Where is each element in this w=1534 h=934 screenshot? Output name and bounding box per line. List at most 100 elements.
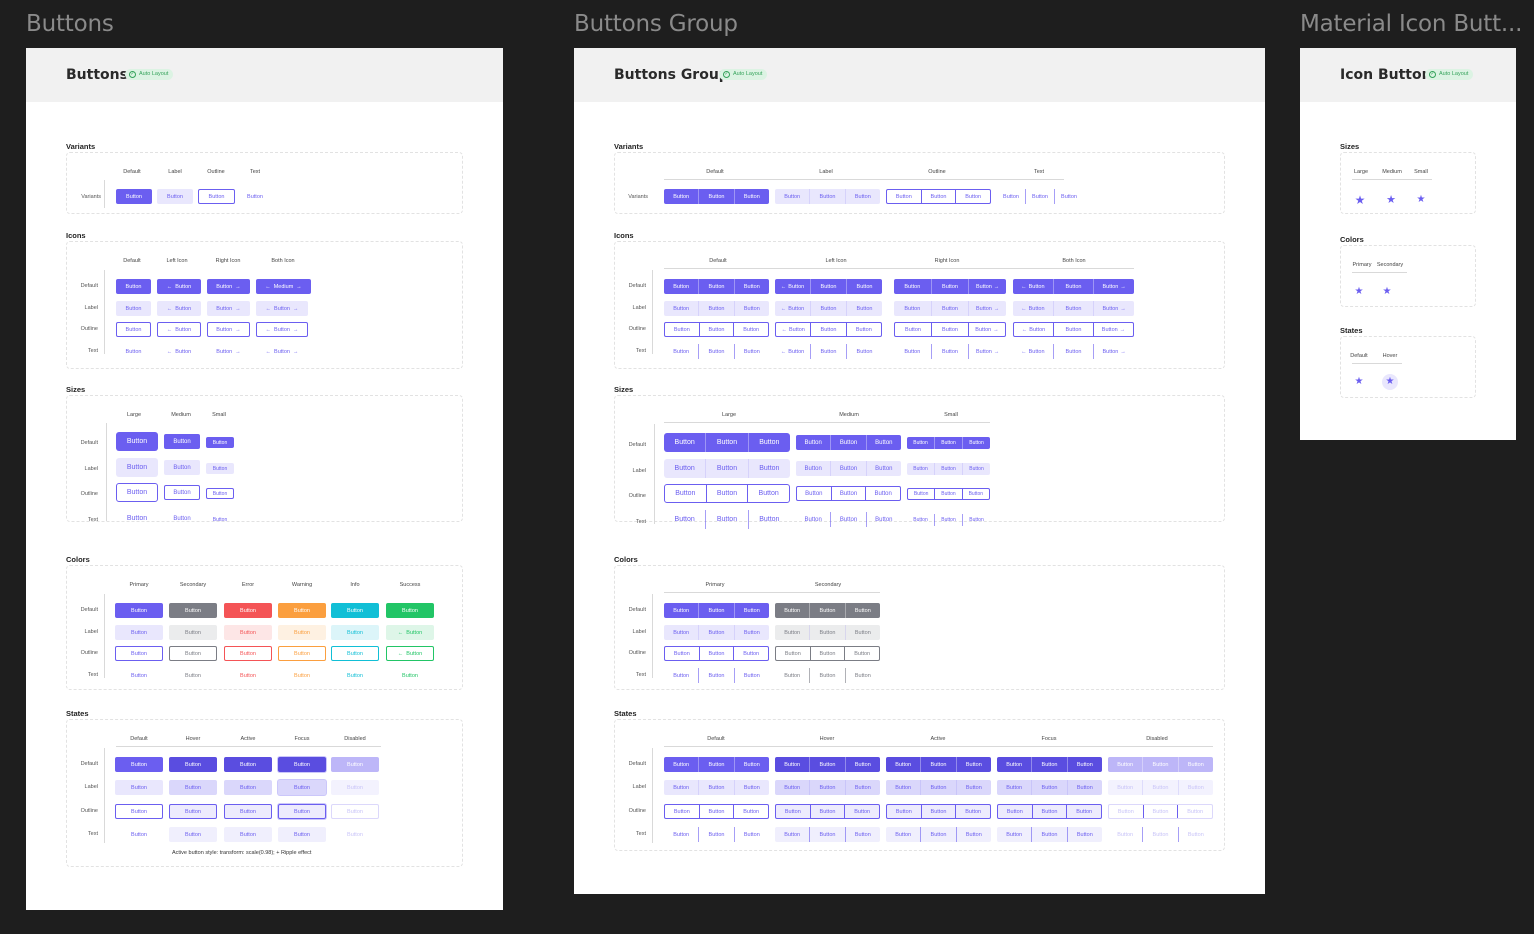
group-button[interactable]: Button xyxy=(733,344,769,359)
group-button[interactable]: Button xyxy=(809,757,844,772)
button[interactable]: Button xyxy=(331,646,379,661)
group-button[interactable]: Button xyxy=(844,647,879,660)
group-button[interactable]: Button → xyxy=(968,344,1006,359)
button[interactable]: Button xyxy=(115,804,163,819)
button[interactable]: Button xyxy=(116,458,158,477)
button[interactable]: Button xyxy=(169,668,217,683)
button[interactable]: Button xyxy=(116,301,151,316)
button[interactable]: Button xyxy=(224,668,272,683)
group-button[interactable]: Button xyxy=(698,603,733,618)
button[interactable]: Button xyxy=(116,344,151,359)
group-button[interactable]: Button xyxy=(844,189,880,204)
button[interactable]: Button xyxy=(115,646,163,661)
group-button[interactable]: Button xyxy=(830,435,865,450)
group-button[interactable]: Button xyxy=(844,603,880,618)
group-button[interactable]: Button xyxy=(934,514,962,526)
group-button[interactable]: Button xyxy=(894,301,931,316)
group-button[interactable]: Button xyxy=(955,190,990,203)
group-button[interactable]: Button xyxy=(920,757,955,772)
group-button[interactable]: Button xyxy=(665,485,706,502)
group-button[interactable]: Button xyxy=(809,603,844,618)
group-button[interactable]: Button xyxy=(1053,323,1093,336)
button[interactable]: Button → xyxy=(207,344,250,359)
group-button[interactable]: Button xyxy=(1031,827,1066,842)
group-button[interactable]: Button xyxy=(775,780,809,795)
group-button[interactable]: Button xyxy=(776,805,810,818)
group-button[interactable]: Button xyxy=(886,780,920,795)
group-button[interactable]: Button xyxy=(664,344,698,359)
group-button[interactable]: Button xyxy=(846,344,882,359)
button[interactable]: Button xyxy=(278,804,326,819)
group-button[interactable]: Button xyxy=(733,757,769,772)
group-button[interactable]: Button xyxy=(846,279,882,294)
group-button[interactable]: Button xyxy=(930,344,969,359)
group-button[interactable]: Button xyxy=(998,805,1032,818)
button[interactable]: Button xyxy=(115,625,163,640)
group-button[interactable]: Button xyxy=(796,512,830,527)
group-button[interactable]: Button xyxy=(733,827,769,842)
group-button[interactable]: Button xyxy=(865,512,901,527)
group-button[interactable]: Button xyxy=(664,510,705,529)
group-button[interactable]: Button xyxy=(698,301,733,316)
group-button[interactable]: Button xyxy=(907,514,934,526)
button[interactable]: Button xyxy=(169,625,217,640)
button[interactable]: Button xyxy=(116,509,158,528)
group-button[interactable]: Button xyxy=(809,625,844,640)
group-button[interactable]: Button xyxy=(955,827,991,842)
button[interactable]: Button xyxy=(278,625,326,640)
group-button[interactable]: ← Button xyxy=(775,344,810,359)
group-button[interactable]: ← Button xyxy=(1014,323,1053,336)
group-button[interactable]: Button xyxy=(664,625,698,640)
button[interactable]: Button xyxy=(164,485,200,500)
group-button[interactable]: Button xyxy=(747,510,790,529)
button[interactable]: ← Button xyxy=(386,625,434,640)
button[interactable]: Button xyxy=(278,603,326,618)
group-button[interactable]: Button xyxy=(961,489,989,499)
button[interactable]: Button xyxy=(224,804,272,819)
group-button[interactable]: Button xyxy=(810,344,846,359)
group-button[interactable]: Button xyxy=(705,459,747,478)
star-icon[interactable]: ★ xyxy=(1386,194,1397,206)
button[interactable]: Button xyxy=(116,189,152,204)
button[interactable]: Button xyxy=(331,804,379,819)
group-button[interactable]: Button → xyxy=(1093,344,1134,359)
group-button[interactable]: Button xyxy=(1025,189,1054,204)
group-button[interactable]: Button xyxy=(665,805,699,818)
group-button[interactable]: Button xyxy=(810,323,845,336)
group-button[interactable]: Button xyxy=(865,435,901,450)
star-icon[interactable]: ★ xyxy=(1382,287,1392,297)
group-button[interactable]: Button xyxy=(809,647,845,660)
button[interactable]: Button xyxy=(386,668,434,683)
group-button[interactable]: Button xyxy=(934,489,961,499)
group-button[interactable]: Button xyxy=(705,433,747,452)
group-button[interactable]: Button xyxy=(844,827,880,842)
group-button[interactable]: Button xyxy=(698,668,733,683)
group-button[interactable]: Button → xyxy=(1093,279,1134,294)
button[interactable]: Button xyxy=(115,757,163,772)
group-button[interactable]: Button xyxy=(1142,827,1177,842)
button[interactable]: ← Button → xyxy=(256,344,308,359)
group-button[interactable]: Button xyxy=(865,461,901,476)
button[interactable]: Button xyxy=(198,189,235,204)
group-button[interactable]: Button xyxy=(844,668,880,683)
group-button[interactable]: Button xyxy=(705,510,747,529)
button[interactable]: Button xyxy=(169,804,217,819)
group-button[interactable]: Button xyxy=(1108,757,1142,772)
group-button[interactable]: Button xyxy=(698,323,734,336)
group-button[interactable]: Button xyxy=(809,805,845,818)
group-button[interactable]: Button xyxy=(997,757,1031,772)
group-button[interactable]: Button xyxy=(1052,301,1094,316)
star-icon[interactable]: ★ xyxy=(1354,377,1364,387)
button[interactable]: ← Button → xyxy=(256,322,308,337)
group-button[interactable]: Button xyxy=(1177,827,1213,842)
group-button[interactable]: Button xyxy=(733,603,769,618)
group-button[interactable]: Button xyxy=(698,827,733,842)
button[interactable]: Button xyxy=(157,189,193,204)
group-button[interactable]: Button xyxy=(775,189,809,204)
button[interactable]: Button xyxy=(278,668,326,683)
button[interactable]: Button xyxy=(164,460,200,475)
group-button[interactable]: Button xyxy=(887,805,921,818)
button[interactable]: Button xyxy=(169,646,217,661)
button[interactable]: ← Button → xyxy=(256,301,308,316)
group-button[interactable]: Button xyxy=(844,780,880,795)
